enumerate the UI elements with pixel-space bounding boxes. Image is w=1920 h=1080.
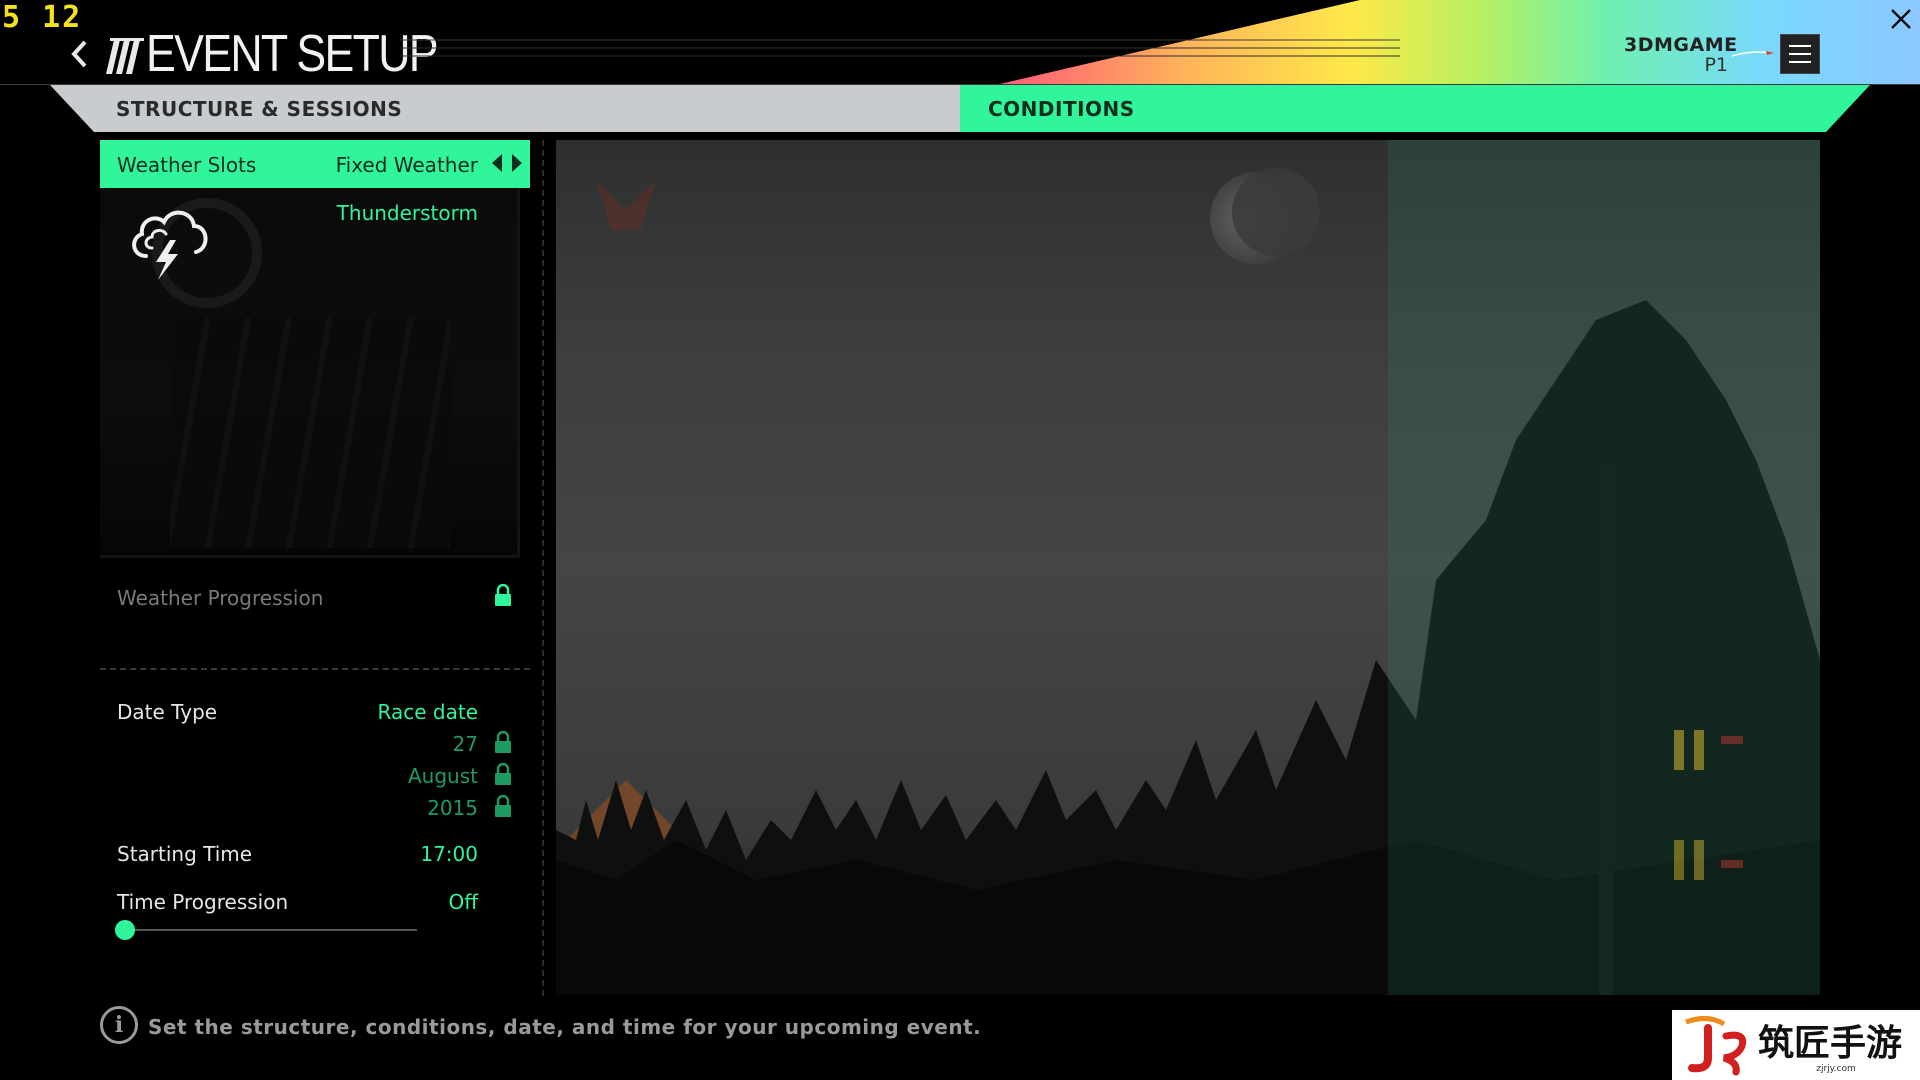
close-button[interactable]	[1886, 4, 1916, 34]
game-logo-icon	[106, 38, 144, 74]
tab-structure-sessions[interactable]: STRUCTURE & SESSIONS	[50, 85, 962, 132]
lock-icon	[495, 795, 511, 817]
weather-progression-label: Weather Progression	[117, 586, 324, 610]
slider-thumb[interactable]	[115, 920, 135, 940]
watermark-url: zjrjy.com	[1816, 1064, 1856, 1074]
watermark-text: 筑匠手游	[1758, 1022, 1903, 1064]
tab-bar: STRUCTURE & SESSIONS CONDITIONS	[50, 85, 1870, 132]
page-title: EVENT SETUP	[146, 25, 439, 83]
date-year-value: 2015	[427, 796, 478, 820]
watermark-logo-icon	[1685, 1016, 1747, 1076]
slider-track	[117, 929, 417, 931]
tab-label: STRUCTURE & SESSIONS	[116, 97, 403, 121]
panel-divider	[542, 140, 544, 996]
starting-time-value[interactable]: 17:00	[420, 842, 478, 866]
menu-button[interactable]	[1780, 34, 1820, 74]
time-progression-label: Time Progression	[117, 890, 289, 914]
weather-slots-label: Weather Slots	[117, 153, 257, 177]
background-stripes-decoration	[170, 318, 450, 548]
arrow-right-icon[interactable]	[512, 154, 522, 172]
arrow-left-icon[interactable]	[492, 154, 502, 172]
info-icon: i	[100, 1006, 138, 1044]
date-day-value: 27	[452, 732, 478, 756]
date-type-label: Date Type	[117, 700, 218, 724]
tab-label: CONDITIONS	[988, 97, 1135, 121]
thunderstorm-icon	[132, 210, 208, 280]
date-month-value: August	[408, 764, 478, 788]
section-divider	[100, 668, 530, 670]
chevron-left-icon	[71, 40, 87, 68]
lock-icon	[495, 584, 511, 606]
tab-conditions[interactable]: CONDITIONS	[960, 85, 1870, 132]
lock-icon	[495, 763, 511, 785]
sponsor-logo-icon	[1732, 51, 1774, 57]
back-button[interactable]	[66, 34, 92, 74]
date-type-value[interactable]: Race date	[378, 700, 478, 724]
weather-slots-selector[interactable]: Weather Slots Fixed Weather	[100, 140, 530, 188]
time-progression-value: Off	[448, 890, 478, 914]
user-rank: P1	[1704, 54, 1728, 76]
lock-icon	[495, 731, 511, 753]
close-icon	[1891, 9, 1911, 29]
weather-slots-value: Fixed Weather	[335, 153, 478, 177]
starting-time-label: Starting Time	[117, 842, 253, 866]
site-watermark: 筑匠手游 zjrjy.com	[1672, 1010, 1920, 1080]
time-progression-slider[interactable]	[115, 920, 417, 940]
help-text: Set the structure, conditions, date, and…	[148, 1015, 982, 1039]
weather-type-value: Thunderstorm	[336, 201, 478, 225]
forecast-overlay-panel	[1388, 140, 1820, 995]
fps-counter: 5 12	[2, 0, 83, 35]
user-name: 3DMGAME	[1624, 34, 1738, 56]
track-preview-image	[556, 140, 1820, 995]
hamburger-icon	[1789, 45, 1811, 47]
title-decoration-lines	[400, 39, 1400, 57]
conditions-settings-panel: Weather Slots Fixed Weather Thunderstorm…	[100, 140, 530, 1000]
